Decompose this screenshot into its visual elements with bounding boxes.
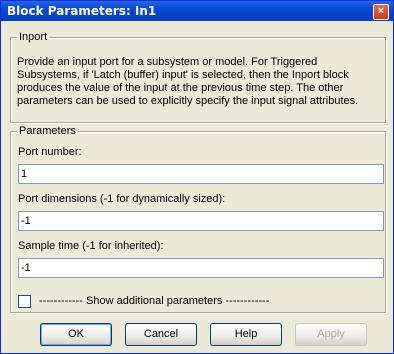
help-button[interactable]: Help <box>210 323 282 346</box>
dialog-title: Block Parameters: In1 <box>7 4 157 18</box>
sample-time-input[interactable] <box>18 258 384 278</box>
inport-group: Inport Provide an input port for a subsy… <box>10 31 386 123</box>
close-icon[interactable]: × <box>373 4 389 20</box>
show-additional-label: ------------ Show additional parameters … <box>39 295 270 307</box>
sample-time-label: Sample time (-1 for inherited): <box>18 240 164 252</box>
port-dimensions-label: Port dimensions (-1 for dynamically size… <box>18 193 226 205</box>
show-additional-checkbox[interactable] <box>18 295 31 308</box>
ok-button[interactable]: OK <box>40 323 112 346</box>
port-dimensions-input[interactable] <box>18 211 384 231</box>
title-bar[interactable]: Block Parameters: In1 × <box>1 1 393 21</box>
cancel-button[interactable]: Cancel <box>125 323 197 346</box>
port-number-label: Port number: <box>18 146 82 158</box>
parameters-group: Parameters Port number: Port dimensions … <box>10 125 386 313</box>
inport-description: Provide an input port for a subsystem or… <box>17 56 359 107</box>
parameters-legend: Parameters <box>17 125 78 137</box>
apply-button[interactable]: Apply <box>295 323 367 346</box>
block-parameters-dialog: Block Parameters: In1 × Inport Provide a… <box>0 0 394 354</box>
port-number-input[interactable] <box>18 164 384 184</box>
inport-legend: Inport <box>17 31 50 43</box>
